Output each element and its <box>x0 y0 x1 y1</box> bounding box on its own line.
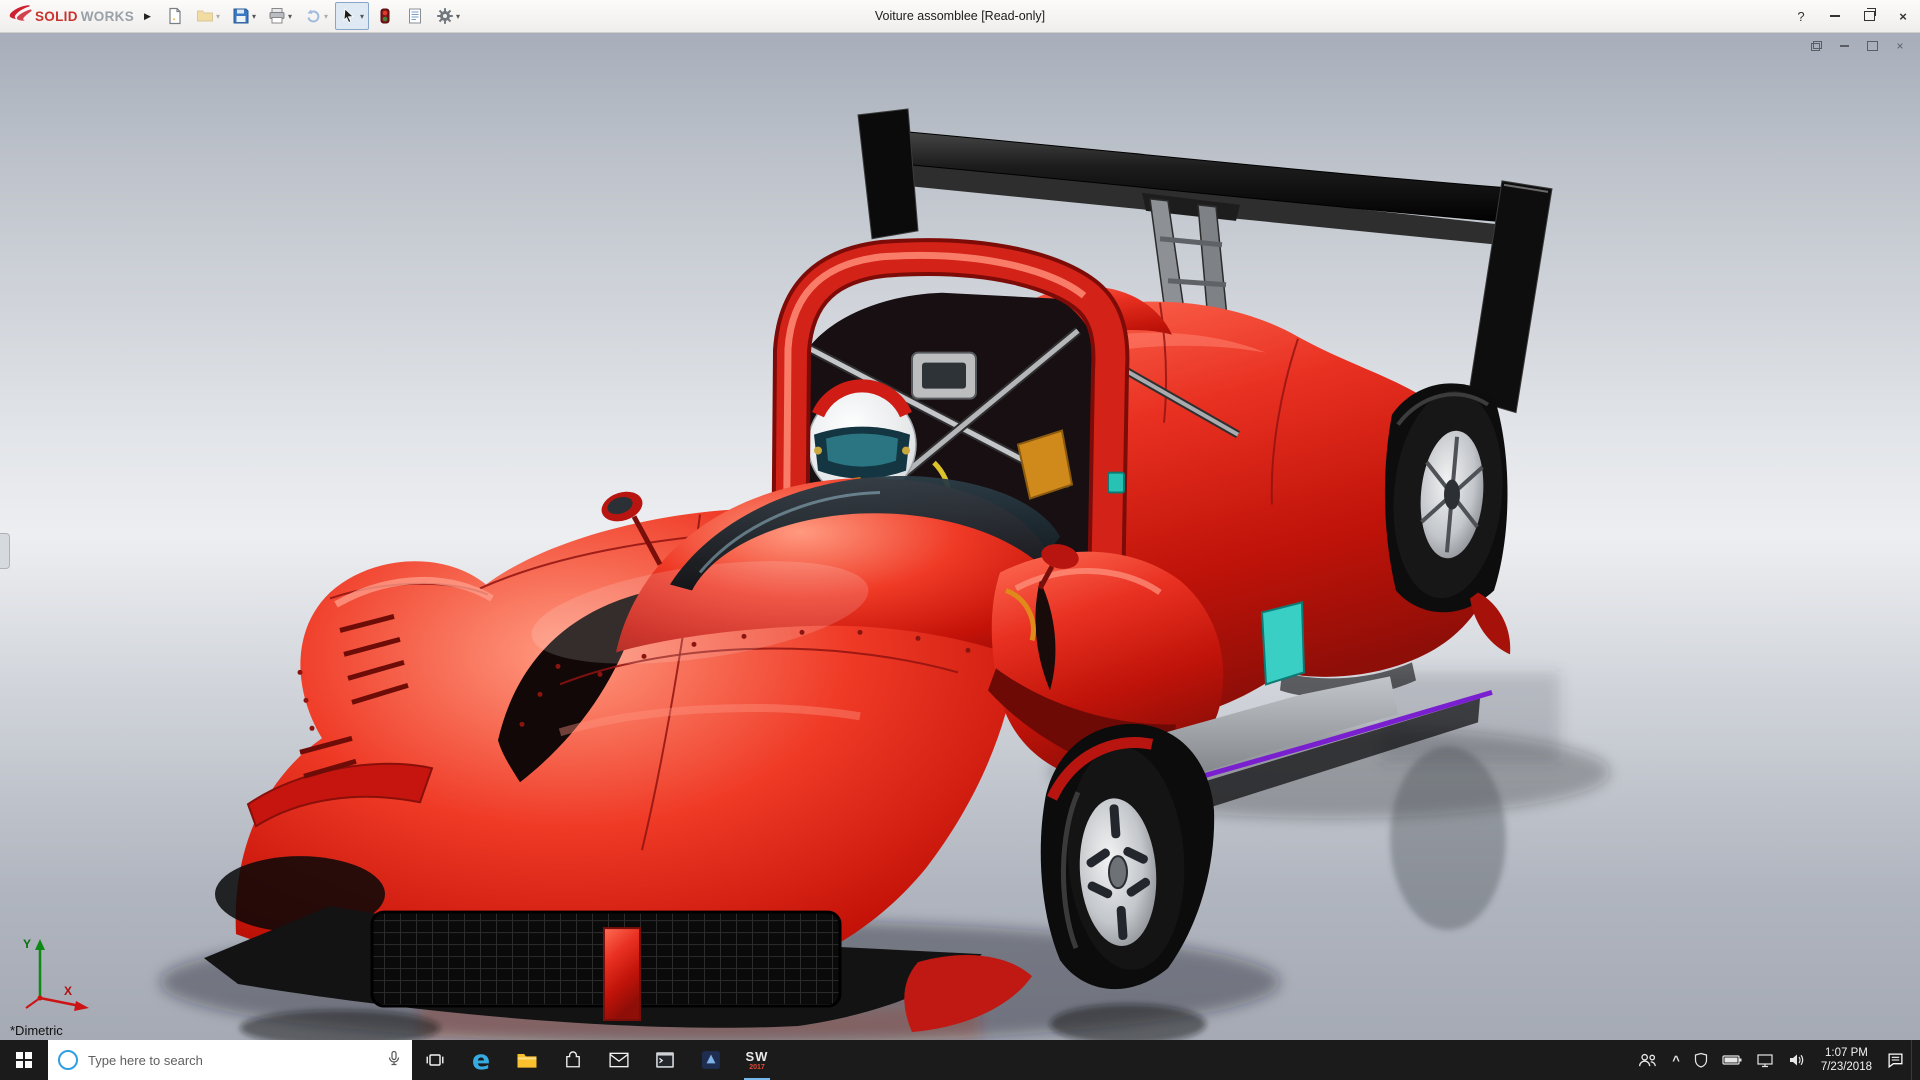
open-folder-icon <box>196 7 214 25</box>
minimize-icon <box>1830 15 1840 17</box>
quick-access-toolbar: ▾ ▾ ▾ <box>161 2 465 30</box>
document-window-controls: × <box>1808 38 1908 53</box>
security-button[interactable] <box>1687 1040 1715 1080</box>
triad-y-label: Y <box>23 937 31 951</box>
print-button[interactable]: ▾ <box>263 2 297 30</box>
taskbar-search[interactable] <box>48 1040 412 1080</box>
close-button[interactable]: × <box>1886 0 1920 32</box>
caret-icon: ▾ <box>216 12 220 21</box>
solidworks-app-icon: SW 2017 <box>746 1050 769 1071</box>
panel-collapse-tab[interactable] <box>0 533 10 569</box>
caret-icon: ▾ <box>360 12 364 21</box>
cascade-icon <box>1811 41 1822 51</box>
people-button[interactable] <box>1631 1040 1665 1080</box>
side-window <box>1262 602 1304 684</box>
edge-icon: e <box>472 1047 490 1074</box>
network-icon <box>1756 1053 1774 1068</box>
toolbar-flyout-arrow-icon[interactable]: ▶ <box>144 11 151 22</box>
window-controls: ? × <box>1784 0 1920 32</box>
dark-app-icon <box>701 1050 721 1070</box>
ds-logo-icon <box>8 3 32 30</box>
screen: SOLIDWORKS ▶ ▾ <box>0 0 1920 1080</box>
undo-button[interactable]: ▾ <box>299 2 333 30</box>
dark-app-button[interactable] <box>688 1040 734 1080</box>
mdi-minimize-button[interactable] <box>1836 38 1852 53</box>
options-gear-icon <box>436 7 454 25</box>
action-center-icon <box>1887 1052 1904 1069</box>
brand-text-solid: SOLID <box>35 9 78 24</box>
store-bag-icon <box>564 1051 582 1069</box>
show-desktop-button[interactable] <box>1911 1040 1920 1080</box>
shield-icon <box>1694 1052 1708 1068</box>
volume-icon <box>1788 1053 1806 1067</box>
network-button[interactable] <box>1749 1040 1781 1080</box>
view-orientation-label: *Dimetric <box>10 1023 63 1038</box>
chevron-up-icon: ^ <box>1672 1053 1680 1068</box>
mdi-cascade-button[interactable] <box>1808 38 1824 53</box>
help-button[interactable]: ? <box>1784 0 1818 32</box>
title-bar: SOLIDWORKS ▶ ▾ <box>0 0 1920 33</box>
save-button[interactable]: ▾ <box>227 2 261 30</box>
select-arrow-icon <box>340 7 358 25</box>
people-icon <box>1638 1052 1658 1068</box>
caret-icon: ▾ <box>252 12 256 21</box>
start-button[interactable] <box>0 1040 48 1080</box>
edge-button[interactable]: e <box>458 1040 504 1080</box>
file-properties-button[interactable] <box>401 2 429 30</box>
select-tool-button[interactable]: ▾ <box>335 2 369 30</box>
mdi-close-button[interactable]: × <box>1892 38 1908 53</box>
search-input[interactable] <box>86 1052 378 1069</box>
caret-icon: ▾ <box>288 12 292 21</box>
file-explorer-button[interactable] <box>504 1040 550 1080</box>
console-app-button[interactable] <box>642 1040 688 1080</box>
new-document-button[interactable] <box>161 2 189 30</box>
maximize-icon <box>1867 41 1878 51</box>
taskbar-clock[interactable]: 1:07 PM 7/23/2018 <box>1813 1040 1880 1080</box>
mail-button[interactable] <box>596 1040 642 1080</box>
file-explorer-icon <box>516 1051 538 1070</box>
cortana-icon <box>58 1050 78 1070</box>
undo-icon <box>304 7 322 25</box>
triad-x-label: X <box>64 984 72 998</box>
solidworks-logo: SOLIDWORKS <box>8 3 134 30</box>
store-button[interactable] <box>550 1040 596 1080</box>
taskbar-apps: e <box>412 1040 780 1080</box>
microphone-icon[interactable] <box>386 1050 402 1071</box>
taskbar: e <box>0 1040 1920 1080</box>
minimize-button[interactable] <box>1818 0 1852 32</box>
rebuild-icon <box>376 7 394 25</box>
graphics-area[interactable]: × Y X *Dimetric <box>0 33 1920 1040</box>
clock-date: 7/23/2018 <box>1821 1060 1872 1074</box>
volume-button[interactable] <box>1781 1040 1813 1080</box>
print-icon <box>268 7 286 25</box>
windows-logo-icon <box>16 1052 32 1068</box>
system-tray: ^ <box>1631 1040 1920 1080</box>
orientation-triad: Y X <box>10 932 100 1016</box>
open-button[interactable]: ▾ <box>191 2 225 30</box>
solidworks-app-button[interactable]: SW 2017 <box>734 1040 780 1080</box>
window-title: Voiture assomblee [Read-only] <box>875 9 1045 23</box>
restore-button[interactable] <box>1852 0 1886 32</box>
action-center-button[interactable] <box>1880 1040 1911 1080</box>
save-icon <box>232 7 250 25</box>
restore-icon <box>1864 11 1875 21</box>
task-view-icon <box>425 1050 445 1070</box>
brand-text-works: WORKS <box>81 9 134 24</box>
minimize-icon <box>1840 45 1849 47</box>
new-document-icon <box>166 7 184 25</box>
rebuild-button[interactable] <box>371 2 399 30</box>
mail-icon <box>609 1052 629 1068</box>
caret-icon: ▾ <box>324 12 328 21</box>
file-properties-icon <box>406 7 424 25</box>
hidden-icons-button[interactable]: ^ <box>1665 1040 1687 1080</box>
battery-button[interactable] <box>1715 1040 1749 1080</box>
3d-model-render <box>0 33 1920 1040</box>
options-button[interactable]: ▾ <box>431 2 465 30</box>
battery-icon <box>1722 1054 1742 1066</box>
mdi-maximize-button[interactable] <box>1864 38 1880 53</box>
console-icon <box>655 1051 675 1069</box>
clock-time: 1:07 PM <box>1825 1046 1868 1060</box>
task-view-button[interactable] <box>412 1040 458 1080</box>
caret-icon: ▾ <box>456 12 460 21</box>
